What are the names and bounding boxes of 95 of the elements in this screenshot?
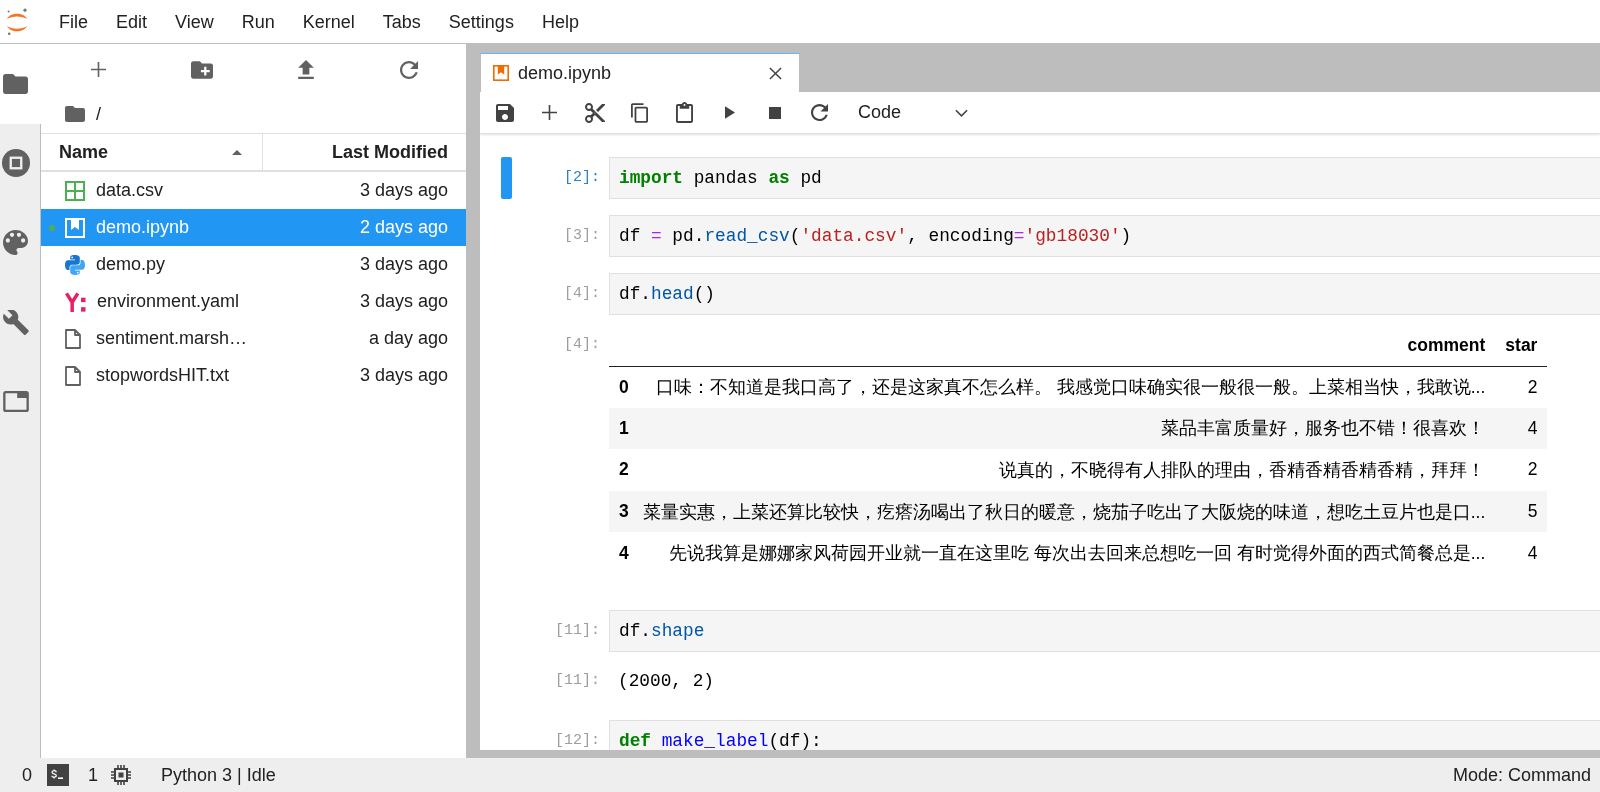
kernel-count[interactable]: 1 [88, 764, 99, 786]
row-index: 1 [609, 407, 639, 450]
python-icon [65, 254, 85, 275]
scissors-icon [584, 102, 605, 123]
file-row[interactable]: sentiment.marsh… a day ago [41, 320, 466, 357]
input-prompt: [2]: [563, 168, 600, 188]
column-header[interactable]: Name [59, 134, 242, 170]
upload-icon [297, 60, 314, 79]
output-prompt: [11]: [554, 670, 600, 691]
modified-time: a day ago [368, 328, 448, 349]
mode-indicator: Mode: Command [1452, 764, 1591, 786]
modified-time: 3 days ago [359, 291, 448, 312]
code-input[interactable]: df.shape [609, 609, 1600, 652]
file-name: environment.yaml [97, 291, 241, 312]
cell-type-dropdown[interactable]: Code [842, 95, 980, 130]
plus-icon [91, 62, 107, 77]
file-name: demo.ipynb [96, 217, 191, 238]
file-name: demo.py [96, 254, 167, 275]
file-row[interactable]: data.csv 3 days ago [41, 172, 466, 209]
modified-time: 3 days ago [359, 365, 448, 386]
menu-item[interactable]: File [45, 0, 102, 43]
code-input[interactable]: df = pd.read_csv('data.csv', encoding='gb18030') [609, 215, 1600, 257]
notebook-icon [493, 65, 509, 81]
file-icon [65, 328, 81, 349]
breadcrumb[interactable]: / [96, 103, 101, 125]
terminal-icon[interactable] [47, 764, 69, 786]
chip-icon[interactable] [111, 765, 132, 785]
column-header: comment [638, 325, 1496, 366]
folder-plus-icon [191, 60, 214, 79]
table-cell: 2 [1495, 366, 1548, 408]
column-header[interactable]: Last Modified [332, 134, 448, 170]
output-prompt: [4]: [563, 335, 600, 355]
menu-item[interactable]: Edit [102, 0, 162, 43]
save-icon [495, 103, 514, 122]
notebook-tab[interactable]: demo.ipynb [480, 53, 800, 92]
menu-item[interactable]: Kernel [288, 0, 369, 43]
row-index: 0 [609, 366, 639, 408]
code-input[interactable]: import pandas as pd [609, 157, 1600, 199]
file-name: data.csv [96, 180, 165, 201]
code-input[interactable]: def make_label(df): [609, 719, 1600, 750]
logo-icon [6, 7, 28, 36]
input-prompt: [4]: [563, 284, 600, 304]
menu-item[interactable]: Help [527, 0, 593, 43]
refresh-icon [400, 60, 419, 79]
row-index: 3 [609, 490, 639, 533]
play-icon [724, 106, 735, 119]
file-name: sentiment.marsh… [96, 328, 249, 349]
notebook-icon [65, 217, 85, 238]
input-prompt: [11]: [554, 620, 600, 641]
menu-item[interactable]: Tabs [368, 0, 435, 43]
table-cell: 先说我算是娜娜家风荷园开业就一直在这里吃 每次出去回来总想吃一回 有时觉得外面的西式简餐总是... [638, 532, 1496, 574]
input-prompt: [3]: [563, 226, 600, 246]
menu-item[interactable]: View [161, 0, 228, 43]
wrench-icon [2, 309, 29, 335]
code-input[interactable]: df.head() [609, 273, 1600, 315]
file-row[interactable]: stopwordsHIT.txt 3 days ago [41, 357, 466, 394]
stop-icon [768, 106, 781, 119]
table-cell: 说真的，不晓得有人排队的理由，香精香精香精香精，拜拜！ [638, 449, 1496, 491]
input-prompt: [12]: [554, 730, 600, 750]
file-row[interactable]: environment.yaml 3 days ago [41, 283, 466, 320]
kernel-status[interactable]: Python 3 | Idle [161, 764, 276, 786]
table-cell: 4 [1495, 407, 1548, 450]
palette-icon [3, 230, 28, 256]
table-cell: 2 [1495, 449, 1548, 491]
modified-time: 3 days ago [359, 254, 448, 275]
clipboard-icon [676, 102, 693, 123]
y-letter-icon [65, 291, 86, 312]
column-header: star [1495, 325, 1548, 366]
table-cell: 4 [1495, 532, 1548, 574]
file-name: stopwordsHIT.txt [96, 365, 231, 386]
output-text: (2000, 2) [617, 670, 715, 691]
folder-icon [65, 106, 85, 122]
table-cell: 5 [1495, 490, 1548, 533]
copy-icon [631, 102, 648, 123]
file-row[interactable]: demo.py 3 days ago [41, 246, 466, 283]
sidebar-tab[interactable] [0, 123, 41, 203]
menu-item[interactable]: Run [227, 0, 289, 43]
row-index: 4 [609, 532, 639, 574]
table-cell: 口味：不知道是我口高了，还是这家真不怎么样。 我感觉口味确实很一般很一般。上菜相当快，我敢说... [638, 366, 1496, 408]
plus-icon [542, 105, 557, 120]
terminal-count[interactable]: 0 [22, 764, 32, 786]
chevron-down-icon [955, 108, 968, 117]
table-cell: 菜量实惠，上菜还算比较快，疙瘩汤喝出了秋日的暖意，烧茄子吃出了大阪烧的味道，想吃土豆片也是口... [638, 490, 1496, 533]
close-icon[interactable] [769, 66, 782, 80]
file-icon [65, 365, 81, 386]
modified-time: 3 days ago [359, 180, 448, 201]
table-cell: 菜品丰富质量好，服务也不错！很喜欢！ [638, 407, 1496, 450]
grid-icon [65, 180, 85, 201]
folder-icon [3, 73, 28, 94]
row-index: 2 [609, 449, 639, 491]
modified-time: 2 days ago [359, 217, 448, 238]
refresh-icon [811, 104, 828, 121]
sidebar-tab[interactable] [0, 44, 41, 124]
menu-item[interactable]: Settings [434, 0, 528, 43]
tab-window-icon [2, 391, 29, 413]
